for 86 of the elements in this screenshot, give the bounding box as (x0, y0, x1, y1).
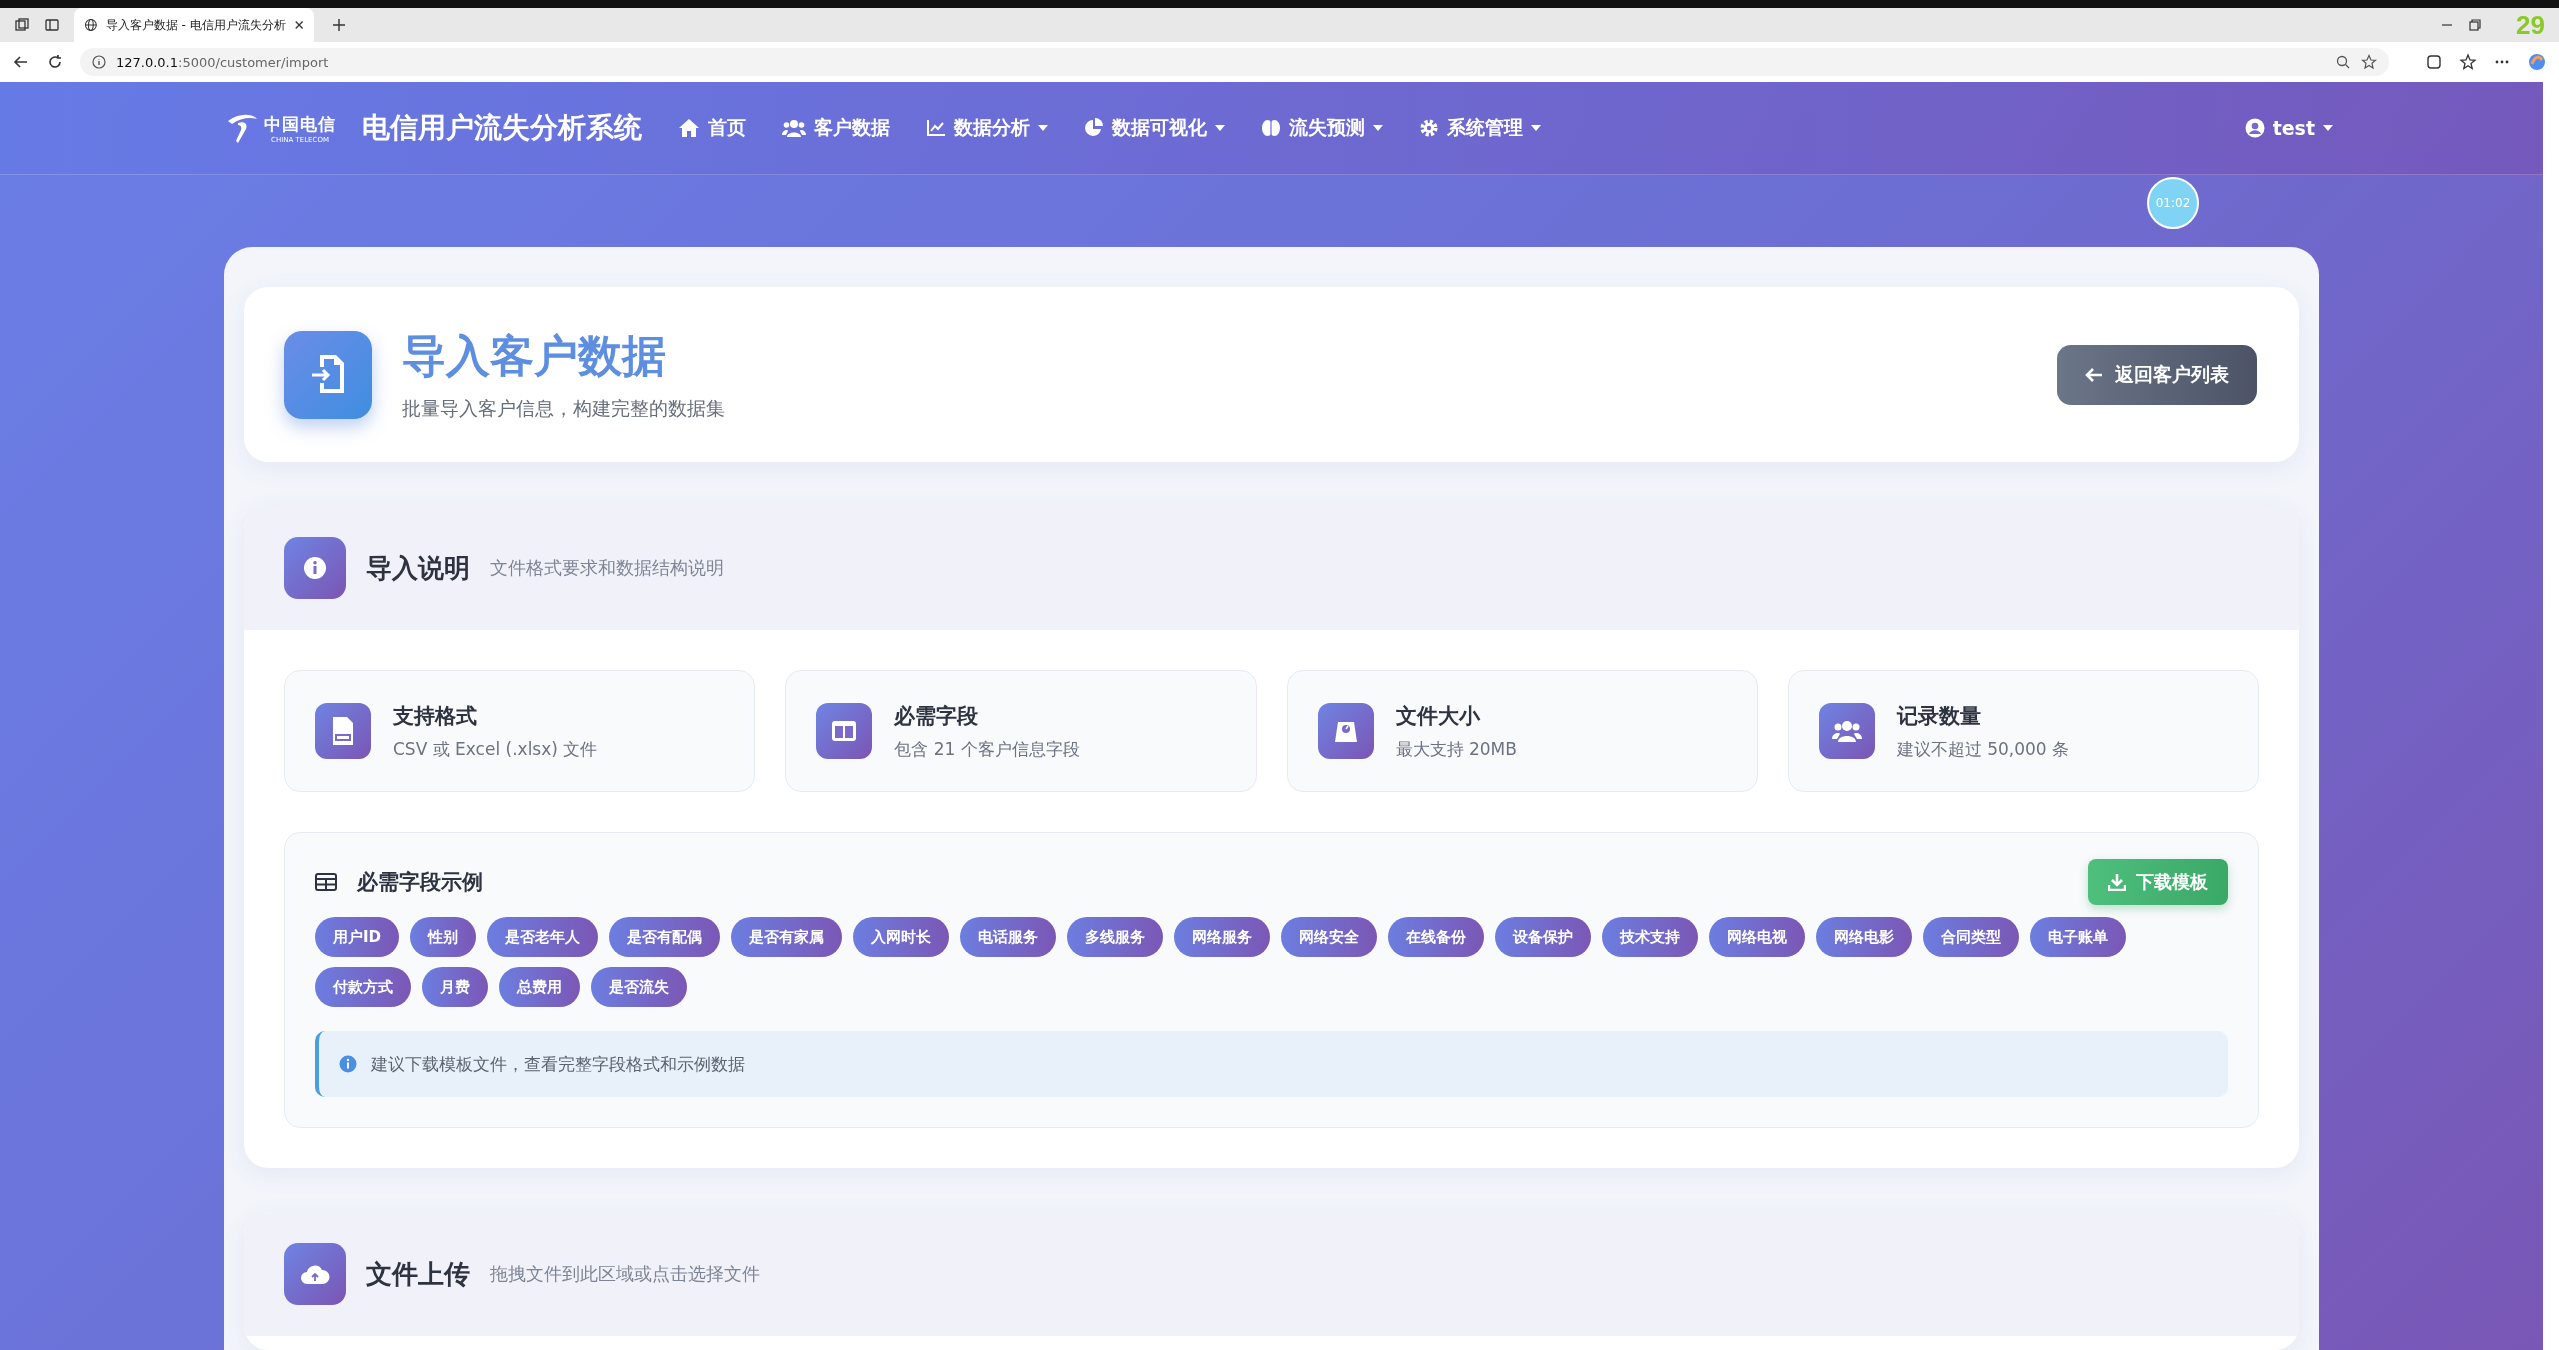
card-title: 记录数量 (1896, 702, 1982, 730)
field-tag: 技术支持 (1602, 917, 1699, 957)
caret-icon (2323, 125, 2333, 131)
nav-link[interactable]: 数据分析 (926, 115, 1048, 141)
field-tag: 入网时长 (853, 917, 950, 957)
user-avatar-icon (2244, 118, 2265, 138)
address-field[interactable]: 127.0.0.1:5000/customer/import (80, 48, 2389, 76)
card-description: CSV 或 Excel (.xlsx) 文件 (393, 737, 598, 761)
field-tag: 网络安全 (1281, 917, 1378, 957)
cloud-upload-icon (284, 1243, 346, 1305)
field-tag: 是否流失 (591, 967, 687, 1007)
tip-text: 建议下载模板文件，查看完整字段格式和示例数据 (371, 1052, 745, 1076)
section-title: 文件上传 (366, 1257, 470, 1291)
file-import-icon (284, 330, 372, 419)
home-icon (678, 118, 700, 138)
card-title: 必需字段 (894, 702, 980, 730)
card-description: 包含 21 个客户信息字段 (894, 737, 1080, 761)
field-tag: 电话服务 (960, 917, 1057, 957)
card-description: 建议不超过 50,000 条 (1896, 737, 2070, 761)
weight-icon (1317, 703, 1374, 759)
user-menu[interactable]: test (2244, 117, 2333, 139)
columns-icon (816, 703, 873, 759)
favorites-icon[interactable] (2459, 53, 2477, 71)
field-tag: 合同类型 (1923, 917, 2020, 957)
globe-icon (84, 17, 98, 33)
info-icon (92, 55, 106, 69)
field-tag: 网络电影 (1816, 917, 1913, 957)
field-tag: 是否老年人 (487, 917, 599, 957)
back-to-list-button[interactable]: 返回客户列表 (2057, 344, 2257, 405)
timer-badge: 01:02 (2147, 177, 2199, 229)
field-tag: 电子账单 (2030, 917, 2127, 957)
card-description: 最大支持 20MB (1395, 737, 1517, 761)
download-template-button[interactable]: 下载模板 (2088, 859, 2228, 905)
field-tag: 是否有配偶 (609, 917, 721, 957)
zoom-icon[interactable] (2335, 54, 2351, 70)
reload-icon[interactable] (46, 53, 64, 71)
page-title: 导入客户数据 (402, 329, 667, 383)
table-icon (315, 873, 337, 891)
tab-title: 导入客户数据 - 电信用户流失分析 (105, 16, 286, 34)
restore-icon[interactable] (2468, 18, 2483, 32)
caret-icon (1531, 125, 1541, 131)
arrow-left-icon (2085, 366, 2103, 383)
section-title: 导入说明 (366, 551, 470, 585)
browser-tab[interactable]: 导入客户数据 - 电信用户流失分析 (74, 8, 314, 42)
field-tag: 用户ID (315, 917, 400, 957)
field-tag: 月费 (422, 967, 488, 1007)
nav-link[interactable]: 系统管理 (1419, 115, 1541, 141)
chart-icon (926, 119, 946, 137)
brain-icon (1261, 118, 1281, 138)
nav-link[interactable]: 客户数据 (782, 115, 890, 141)
star-icon[interactable] (2361, 54, 2377, 70)
field-tag: 在线备份 (1388, 917, 1485, 957)
section-subtitle: 文件格式要求和数据结构说明 (490, 556, 724, 580)
field-tag: 付款方式 (315, 967, 411, 1007)
users-icon (1818, 703, 1875, 759)
field-tag: 多线服务 (1067, 917, 1164, 957)
card-title: 文件大小 (1395, 702, 1481, 730)
field-tag: 网络服务 (1174, 917, 1271, 957)
brand-title[interactable]: 电信用户流失分析系统 (362, 109, 642, 147)
info-icon (339, 1055, 357, 1073)
pie-chart-icon (1084, 118, 1104, 138)
field-tag: 性别 (410, 917, 477, 957)
nav-link[interactable]: 首页 (678, 115, 746, 141)
page-subtitle: 批量导入客户信息，构建完整的数据集 (402, 396, 725, 421)
nav-link[interactable]: 流失预测 (1261, 115, 1383, 141)
field-tag: 是否有家属 (731, 917, 843, 957)
caret-icon (1373, 125, 1383, 131)
field-tag: 设备保护 (1495, 917, 1592, 957)
section-subtitle: 拖拽文件到此区域或点击选择文件 (490, 1262, 760, 1286)
corner-counter: 29 (2516, 9, 2545, 41)
new-tab-icon[interactable] (332, 18, 346, 32)
field-tag: 总费用 (499, 967, 580, 1007)
info-icon (284, 537, 346, 599)
panel-title: 必需字段示例 (357, 869, 483, 896)
tab-actions-icon[interactable] (44, 17, 60, 33)
close-icon[interactable] (293, 19, 304, 31)
card-title: 支持格式 (393, 702, 478, 730)
field-tag: 网络电视 (1709, 917, 1806, 957)
nav-link[interactable]: 数据可视化 (1084, 115, 1225, 141)
users-icon (782, 119, 806, 137)
workspaces-icon[interactable] (14, 17, 30, 33)
csv-file-icon (315, 703, 371, 759)
caret-icon (1215, 125, 1225, 131)
caret-icon (1038, 125, 1048, 131)
download-icon (2108, 873, 2126, 891)
settings-icon (1419, 118, 1439, 138)
